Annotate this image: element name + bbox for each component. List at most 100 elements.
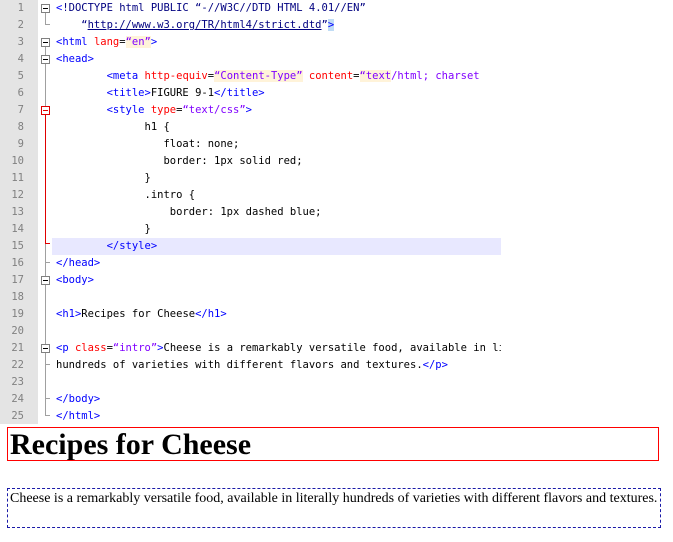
code-text[interactable]: “http://www.w3.org/TR/html4/strict.dtd”> <box>56 17 335 34</box>
code-text[interactable]: <html lang=“en”> <box>56 34 157 51</box>
line-number: 13 <box>11 206 24 218</box>
code-token: <style <box>56 104 151 116</box>
fold-toggle-icon[interactable] <box>41 344 50 353</box>
preview-intro-paragraph: Cheese is a remarkably versatile food, a… <box>7 488 661 528</box>
code-token: } <box>56 223 151 235</box>
code-line[interactable]: 21 <p class=“intro”>Cheese is a remarkabl… <box>0 340 673 357</box>
code-text[interactable]: border: 1px solid red; <box>56 153 303 170</box>
code-line[interactable]: 9 float: none; <box>0 136 673 153</box>
code-token: </h1> <box>195 308 227 320</box>
line-number: 3 <box>17 36 24 48</box>
code-token: FIGURE 9-1 <box>150 87 215 99</box>
code-token: } <box>56 172 151 184</box>
fold-toggle-icon[interactable] <box>41 4 50 13</box>
code-text[interactable]: border: 1px dashed blue; <box>56 204 322 221</box>
code-line[interactable]: 5 <meta http-equiv = “Content-Type” conten… <box>0 68 673 85</box>
code-text[interactable]: } <box>56 221 151 238</box>
code-text[interactable]: <h1>Recipes for Cheese</h1> <box>56 306 227 323</box>
code-token: http://www.w3.org/TR/html4/strict.dtd <box>87 19 322 31</box>
code-token: lang <box>93 36 120 48</box>
code-line[interactable]: 15 </style> <box>0 238 673 255</box>
line-number: 22 <box>11 359 24 371</box>
code-line[interactable]: 3 <html lang=“en”> <box>0 34 673 51</box>
code-token: h1 { <box>56 121 170 133</box>
code-line[interactable]: 16 </head> <box>0 255 673 272</box>
code-line[interactable]: 25 </html> <box>0 408 673 424</box>
fold-toggle-icon[interactable] <box>41 276 50 285</box>
code-text[interactable]: </html> <box>56 408 100 424</box>
code-token: .intro { <box>56 189 196 201</box>
code-text[interactable]: } <box>56 170 151 187</box>
code-line[interactable]: 1 <!DOCTYPE html PUBLIC “-//W3C//DTD HTML… <box>0 0 673 17</box>
code-token: </html> <box>56 410 101 422</box>
code-line[interactable]: 22 hundreds of varieties with different f… <box>0 357 673 374</box>
code-token: <head> <box>56 53 94 65</box>
code-text[interactable]: <head> <box>56 51 94 68</box>
code-token: <title> <box>56 87 151 99</box>
code-text[interactable]: float: none; <box>56 136 239 153</box>
code-token: > <box>150 36 158 48</box>
code-text[interactable]: .intro { <box>56 187 196 204</box>
code-line[interactable]: 6 <title>FIGURE 9-1</title> <box>0 85 673 102</box>
code-line[interactable]: 11 } <box>0 170 673 187</box>
code-token: hundreds of varieties with different fla… <box>56 359 423 371</box>
fold-guide-end <box>45 243 50 244</box>
code-token: float: none; <box>56 138 240 150</box>
code-token: </head> <box>56 257 101 269</box>
code-line[interactable]: 14 } <box>0 221 673 238</box>
line-number: 5 <box>17 70 24 82</box>
code-text[interactable]: <meta http-equiv=“Content-Type” content=… <box>56 68 480 85</box>
code-token: !DOCTYPE html PUBLIC “-//W3C//DTD HTML 4… <box>62 2 366 14</box>
code-token: border: 1px dashed blue; <box>56 206 322 218</box>
code-text[interactable]: </body> <box>56 391 100 408</box>
code-text[interactable]: <body> <box>56 272 94 289</box>
code-text[interactable]: <title>FIGURE 9-1</title> <box>56 85 265 102</box>
code-line[interactable]: 8 h1 { <box>0 119 673 136</box>
fold-toggle-icon[interactable] <box>41 38 50 47</box>
code-token: “intro” <box>112 342 158 354</box>
rendered-preview: Recipes for Cheese Cheese is a remarkabl… <box>0 424 673 542</box>
code-text[interactable]: hundreds of varieties with different fla… <box>56 357 448 374</box>
line-number: 8 <box>17 121 24 133</box>
line-number: 20 <box>11 325 24 337</box>
code-text[interactable]: <!DOCTYPE html PUBLIC “-//W3C//DTD HTML … <box>56 0 366 17</box>
code-token: <meta <box>56 70 145 82</box>
fold-toggle-icon[interactable] <box>41 106 50 115</box>
line-number: 19 <box>11 308 24 320</box>
code-line[interactable]: 18 <box>0 289 673 306</box>
code-line[interactable]: 23 <box>0 374 673 391</box>
code-line[interactable]: 20 <box>0 323 673 340</box>
code-token: Recipes for Cheese <box>81 308 196 320</box>
code-line[interactable]: 10 border: 1px solid red; <box>0 153 673 170</box>
code-text[interactable]: </style> <box>56 238 158 255</box>
line-number: 11 <box>11 172 24 184</box>
code-token: </body> <box>56 393 101 405</box>
code-text[interactable]: h1 { <box>56 119 170 136</box>
code-text[interactable]: </head> <box>56 255 100 272</box>
code-token: border: 1px solid red; <box>56 155 303 167</box>
fold-toggle-icon[interactable] <box>41 55 50 64</box>
code-line[interactable]: 2 “http://www.w3.org/TR/html4/strict.dtd… <box>0 17 673 34</box>
line-number: 7 <box>17 104 24 116</box>
line-number: 25 <box>11 410 24 422</box>
code-token: <html <box>56 36 94 48</box>
code-line[interactable]: 13 border: 1px dashed blue; <box>0 204 673 221</box>
code-text[interactable]: <p class=“intro”>Cheese is a remarkably … <box>56 340 501 357</box>
code-token: = <box>119 36 126 48</box>
code-line[interactable]: 24 </body> <box>0 391 673 408</box>
fold-guide-end <box>45 364 50 365</box>
code-editor[interactable]: 1 <!DOCTYPE html PUBLIC “-//W3C//DTD HTML… <box>0 0 673 424</box>
line-number: 10 <box>11 155 24 167</box>
code-token: </title> <box>214 87 265 99</box>
code-text[interactable]: <style type=“text/css”> <box>56 102 252 119</box>
code-token: > <box>327 19 335 31</box>
code-line[interactable]: 12 .intro { <box>0 187 673 204</box>
line-number: 18 <box>11 291 24 303</box>
code-token: </p> <box>422 359 448 371</box>
code-line[interactable]: 7 <style type=“text/css”> <box>0 102 673 119</box>
line-number: 9 <box>17 138 24 150</box>
code-line[interactable]: 4 <head> <box>0 51 673 68</box>
code-line[interactable]: 19 <h1>Recipes for Cheese</h1> <box>0 306 673 323</box>
code-token: Cheese is a remarkably versatile food, a… <box>163 342 502 354</box>
code-line[interactable]: 17 <body> <box>0 272 673 289</box>
